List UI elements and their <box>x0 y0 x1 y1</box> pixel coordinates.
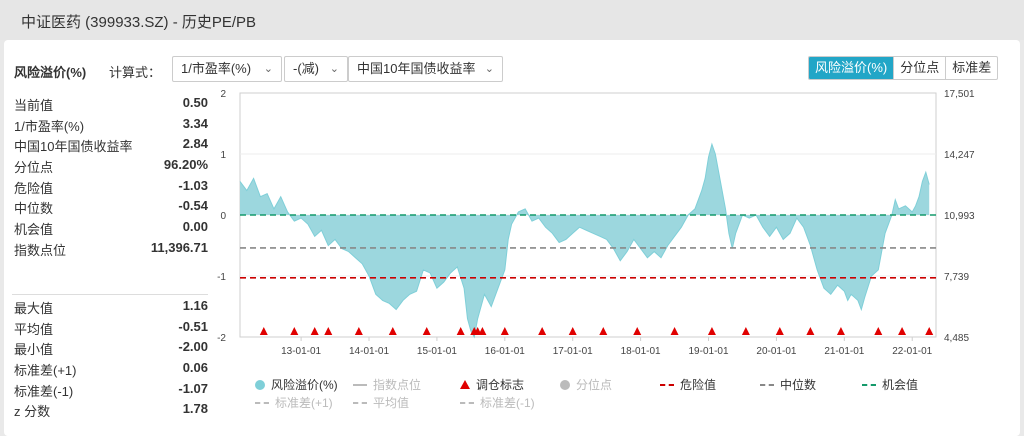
x-tick-label: 13-01-01 <box>281 346 321 357</box>
rebalance-marker <box>500 327 509 335</box>
select-earnings-yield[interactable]: 1/市盈率(%) ⌄ <box>172 56 282 82</box>
rebalance-marker <box>259 327 268 335</box>
rebalance-marker <box>836 327 845 335</box>
chevron-down-icon: ⌄ <box>263 63 273 75</box>
legend-std-minus[interactable]: 标准差(-1) <box>460 394 535 411</box>
legend-label: 调仓标志 <box>476 378 525 392</box>
legend-label: 机会值 <box>882 378 919 392</box>
main-panel: 风险溢价(%) 计算式： 1/市盈率(%) ⌄ -(减) ⌄ 中国10年国债收益… <box>4 40 1020 436</box>
rebalance-marker <box>568 327 577 335</box>
rebalance-marker <box>925 327 934 335</box>
x-tick-label: 16-01-01 <box>485 346 525 357</box>
rebalance-marker <box>388 327 397 335</box>
tab-std-dev[interactable]: 标准差 <box>945 57 997 79</box>
x-tick-label: 14-01-01 <box>349 346 389 357</box>
legend-percentile[interactable]: 分位点 <box>560 376 612 393</box>
rebalance-marker <box>354 327 363 335</box>
legend-median[interactable]: 中位数 <box>760 376 816 393</box>
select-bond-yield[interactable]: 中国10年国债收益率 ⌄ <box>348 56 503 82</box>
rebalance-marker <box>874 327 883 335</box>
chevron-down-icon: ⌄ <box>329 63 339 75</box>
page-title: 中证医药 (399933.SZ) - 历史PE/PB <box>21 14 257 31</box>
dash-line-icon <box>460 401 474 404</box>
rebalance-marker <box>806 327 815 335</box>
x-tick-label: 22-01-01 <box>892 346 932 357</box>
metric-label: 风险溢价(%) <box>14 65 87 80</box>
legend-label: 风险溢价(%) <box>271 378 338 392</box>
dash-line-icon <box>255 401 269 404</box>
risk-premium-chart: 2 17,501 1 14,247 0 10,993 -1 7,739 -2 4,485 13-01… <box>217 89 975 357</box>
legend-index-level[interactable]: 指数点位 <box>353 376 421 393</box>
select-operator-value: -(减) <box>293 61 319 76</box>
rebalance-marker <box>290 327 299 335</box>
legend-rebalance[interactable]: 调仓标志 <box>460 376 524 393</box>
calc-label: 计算式： <box>109 65 162 80</box>
x-tick-label: 19-01-01 <box>689 346 729 357</box>
y2-tick-label: 10,993 <box>944 211 975 222</box>
y2-tick-label: 4,485 <box>944 333 969 344</box>
legend-danger[interactable]: 危险值 <box>660 376 716 393</box>
legend-opportunity[interactable]: 机会值 <box>862 376 918 393</box>
rebalance-marker <box>310 327 319 335</box>
y-tick-label: 1 <box>220 150 226 161</box>
y2-tick-label: 17,501 <box>944 89 975 100</box>
dot-icon <box>255 379 265 390</box>
legend-std-plus[interactable]: 标准差(+1) <box>255 394 333 411</box>
dash-line-icon <box>660 383 674 386</box>
legend-label: 中位数 <box>780 378 817 392</box>
y-tick-label: -1 <box>217 272 226 283</box>
chevron-down-icon: ⌄ <box>484 63 494 75</box>
rebalance-marker <box>741 327 750 335</box>
select-bond-yield-value: 中国10年国债收益率 <box>357 61 476 76</box>
legend-label: 标准差(+1) <box>275 396 333 410</box>
y2-tick-label: 7,739 <box>944 272 969 283</box>
select-earnings-yield-value: 1/市盈率(%) <box>181 61 252 76</box>
y-tick-label: 2 <box>220 89 226 100</box>
x-tick-label: 15-01-01 <box>417 346 457 357</box>
dash-line-icon <box>353 383 367 386</box>
dash-line-icon <box>862 383 876 386</box>
rebalance-marker <box>898 327 907 335</box>
select-operator[interactable]: -(减) ⌄ <box>284 56 348 82</box>
rebalance-marker <box>707 327 716 335</box>
x-tick-label: 21-01-01 <box>824 346 864 357</box>
legend-label: 指数点位 <box>373 378 422 392</box>
dash-line-icon <box>760 383 774 386</box>
x-tick-label: 17-01-01 <box>553 346 593 357</box>
legend-label: 危险值 <box>680 378 717 392</box>
legend-average[interactable]: 平均值 <box>353 394 409 411</box>
legend-label: 标准差(-1) <box>480 396 535 410</box>
title-bar: 中证医药 (399933.SZ) - 历史PE/PB <box>0 0 1024 40</box>
rebalance-marker <box>775 327 784 335</box>
rebalance-marker <box>324 327 333 335</box>
rebalance-marker <box>456 327 465 335</box>
rebalance-marker <box>422 327 431 335</box>
x-tick-label: 20-01-01 <box>756 346 796 357</box>
y-tick-label: -2 <box>217 333 226 344</box>
legend-label: 分位点 <box>576 378 613 392</box>
legend-label: 平均值 <box>373 396 410 410</box>
x-tick-label: 18-01-01 <box>621 346 661 357</box>
rebalance-marker <box>670 327 679 335</box>
tab-risk-premium[interactable]: 风险溢价(%) <box>809 57 894 79</box>
rebalance-marker <box>599 327 608 335</box>
view-tabs: 风险溢价(%) 分位点 标准差 <box>808 56 999 80</box>
triangle-icon <box>460 380 470 389</box>
tab-percentile[interactable]: 分位点 <box>893 57 945 79</box>
y2-tick-label: 14,247 <box>944 150 975 161</box>
dot-icon <box>560 379 570 390</box>
risk-premium-area <box>240 144 930 337</box>
y-tick-label: 0 <box>220 211 226 222</box>
rebalance-marker <box>633 327 642 335</box>
rebalance-marker <box>538 327 547 335</box>
legend-risk-premium[interactable]: 风险溢价(%) <box>255 376 338 393</box>
dash-line-icon <box>353 401 367 404</box>
